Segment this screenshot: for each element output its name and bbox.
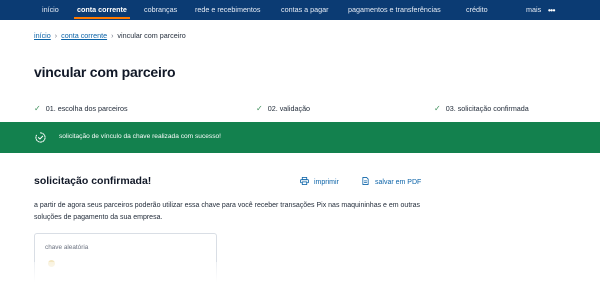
nav-item-contas-a-pagar[interactable]: contas a pagar (281, 0, 329, 20)
step-2-label: 02. validação (267, 104, 311, 113)
key-type-label: chave aleatória (45, 244, 89, 251)
chevron-right-icon: › (111, 33, 114, 40)
active-tab-indicator (74, 17, 130, 19)
page-title: vincular com parceiro (34, 64, 176, 80)
nav-item-cobrancas[interactable]: cobranças (144, 0, 177, 20)
bottom-fade-overlay (0, 262, 600, 282)
checkmark-icon: ✓ (256, 104, 263, 113)
step-3-label: 03. solicitação confirmada (445, 104, 529, 113)
print-label: imprimir (314, 179, 339, 186)
step-1-label: 01. escolha dos parceiros (45, 104, 128, 113)
nav-item-credito[interactable]: crédito (466, 0, 488, 20)
nav-item-mais[interactable]: mais (526, 0, 541, 20)
step-2: ✓ 02. validação (256, 104, 310, 113)
top-navigation-bar: início conta corrente cobranças rede e r… (0, 0, 600, 20)
breadcrumb-link-inicio[interactable]: início (34, 31, 51, 40)
document-icon (362, 177, 369, 185)
success-message: solicitação de vínculo da chave realizad… (59, 133, 222, 140)
confirmation-description: a partir de agora seus parceiros poderão… (34, 202, 420, 221)
nav-item-rede-e-recebimentos[interactable]: rede e recebimentos (195, 0, 261, 20)
nav-item-inicio[interactable]: início (42, 0, 59, 20)
chevron-right-icon: › (54, 33, 58, 40)
confirmation-title: solicitação confirmada! (34, 175, 152, 187)
nav-item-pagamentos-e-transferencias[interactable]: pagamentos e transferências (348, 0, 441, 20)
print-button[interactable]: imprimir (300, 177, 339, 186)
success-icon (35, 132, 46, 143)
step-3: ✓ 03. solicitação confirmada (434, 104, 529, 113)
save-pdf-label: salvar em PDF (375, 179, 422, 186)
success-banner: solicitação de vínculo da chave realizad… (0, 122, 600, 153)
checkmark-icon: ✓ (34, 104, 41, 113)
checkmark-icon: ✓ (434, 104, 441, 113)
step-1: ✓ 01. escolha dos parceiros (34, 104, 128, 113)
save-pdf-button[interactable]: salvar em PDF (361, 177, 421, 186)
more-dots-icon[interactable]: ••• (548, 6, 555, 15)
breadcrumb-link-conta-corrente[interactable]: conta corrente (61, 31, 107, 40)
breadcrumb-current-page: vincular com parceiro (117, 31, 186, 40)
breadcrumb: início › conta corrente › vincular com parce… (34, 31, 186, 43)
print-icon (300, 177, 309, 185)
